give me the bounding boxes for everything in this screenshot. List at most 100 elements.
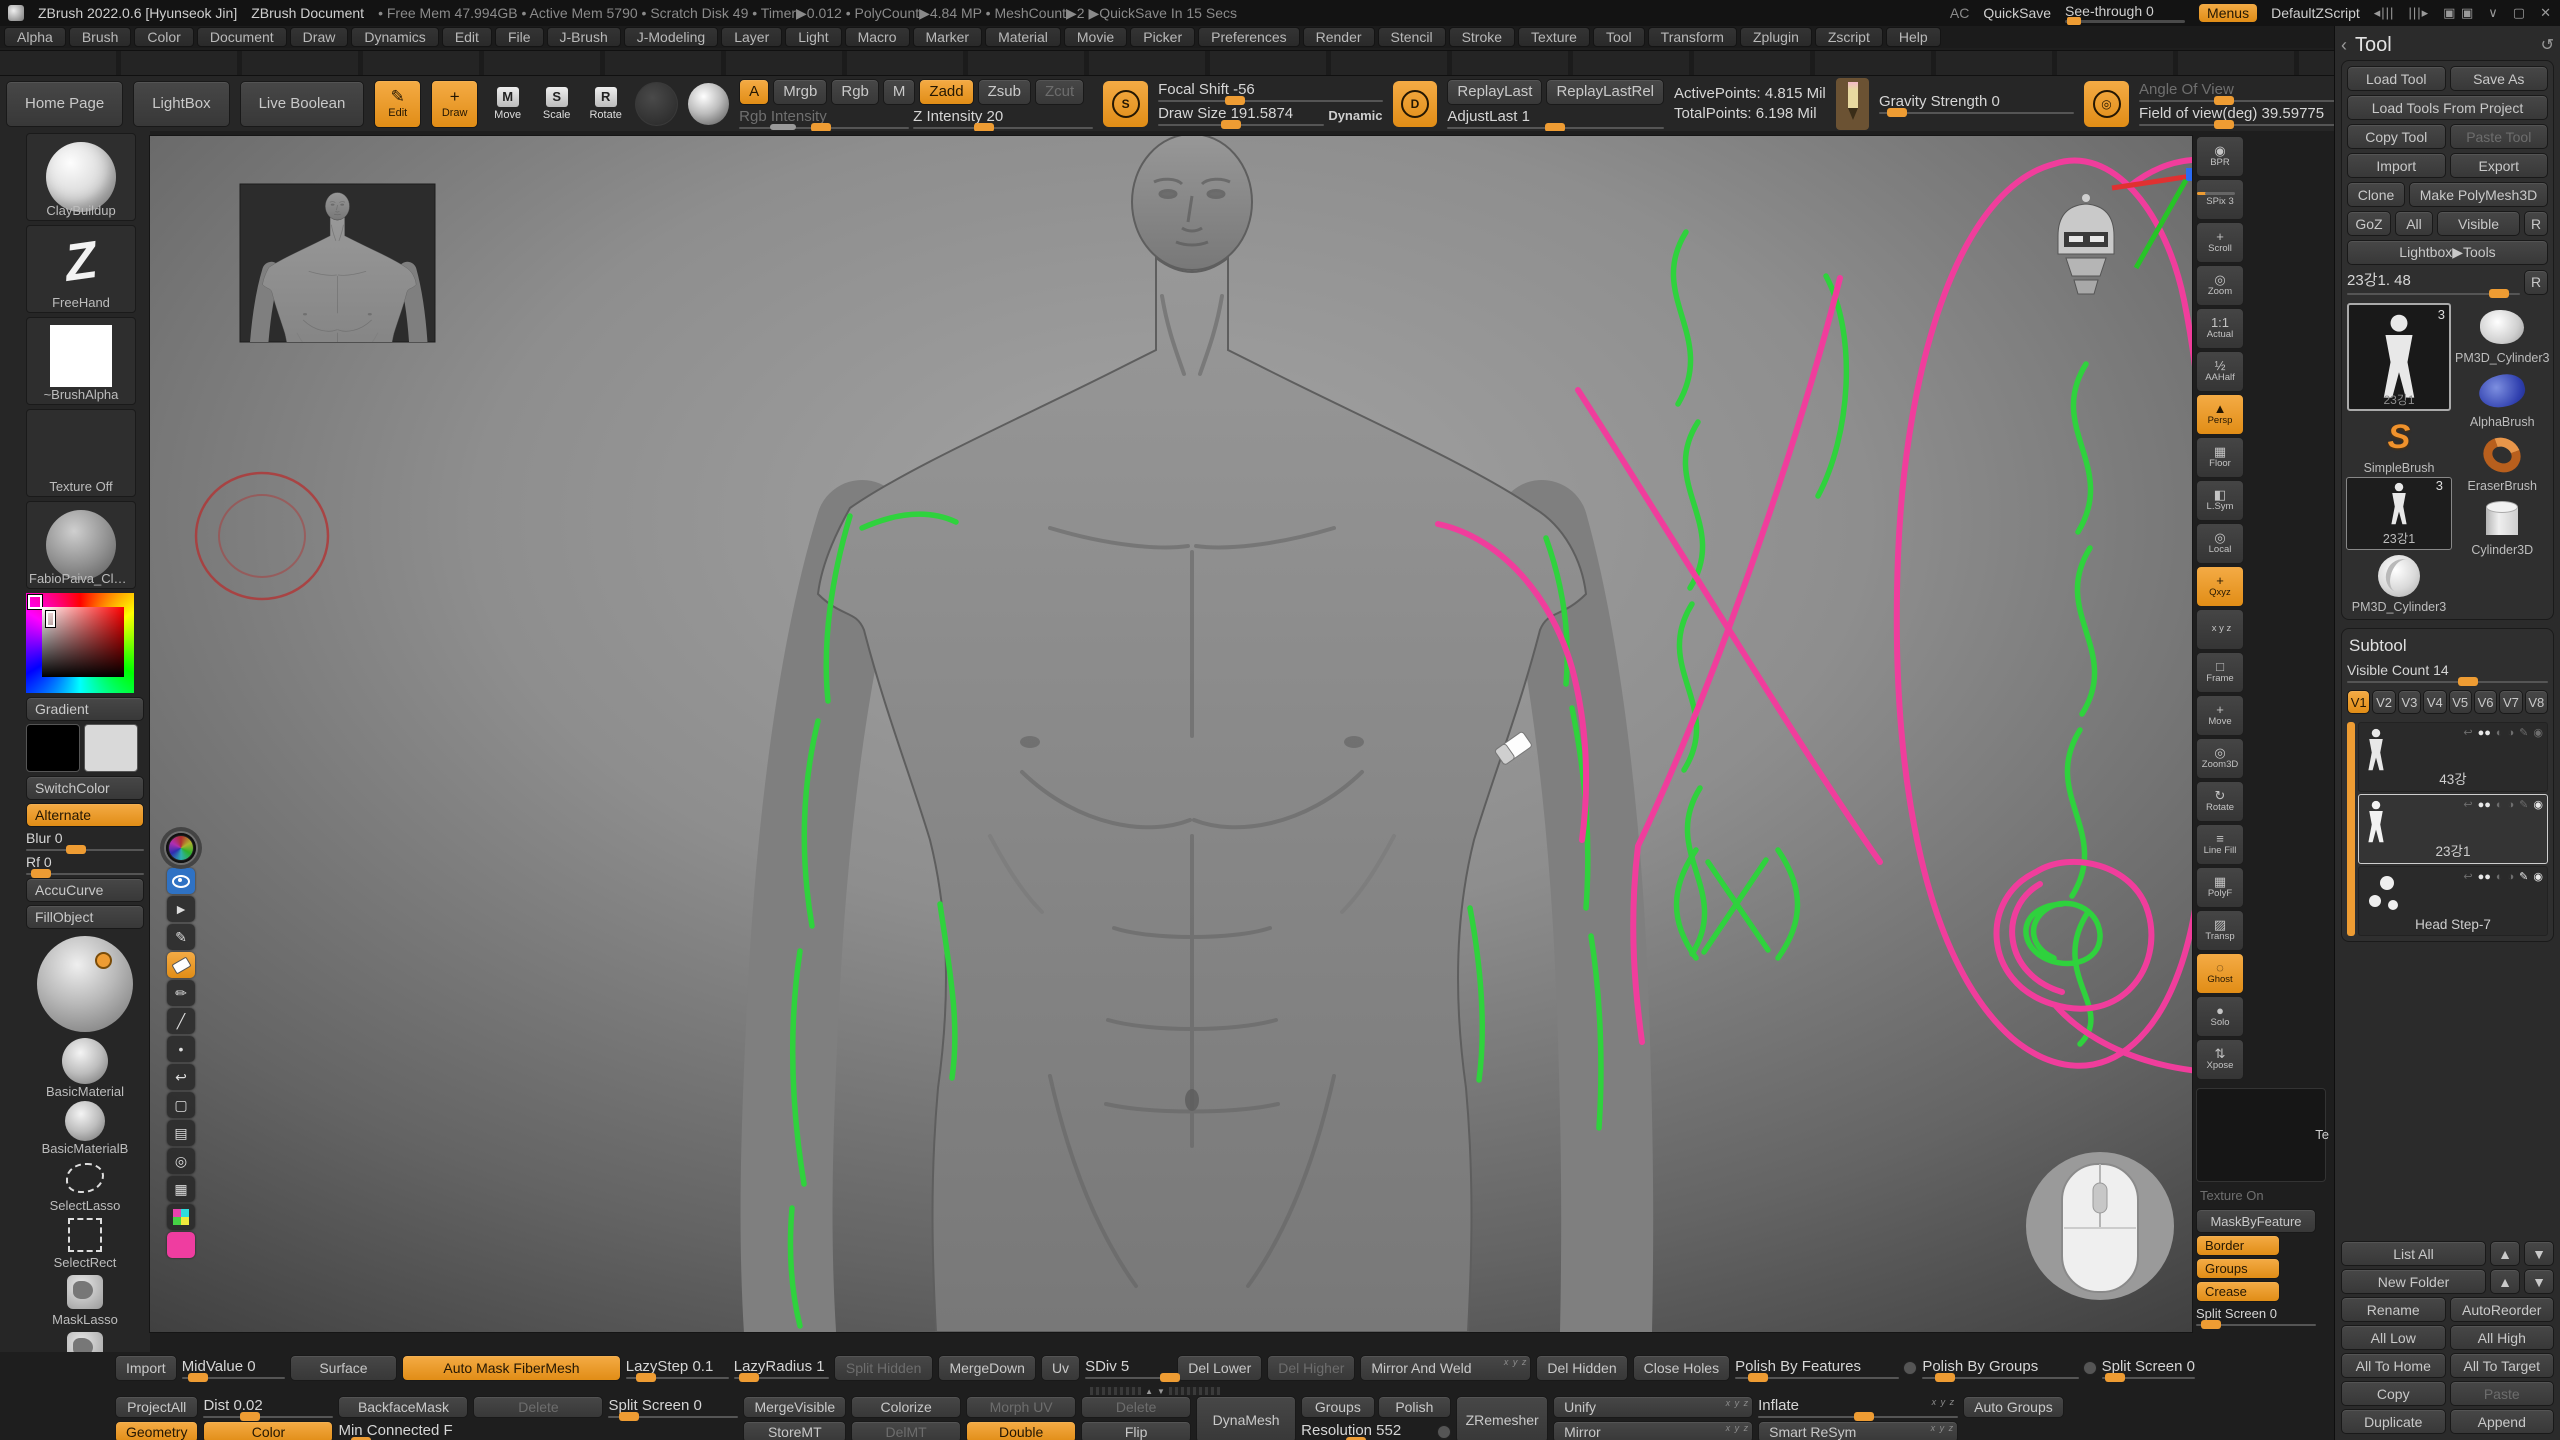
material-fabiopaiva-clay[interactable]: FabioPaiva_Clay2 [26,501,136,589]
mask-by-feature-button[interactable]: MaskByFeature [2196,1209,2316,1233]
secondary-color-swatch[interactable] [84,724,138,772]
merge-visible-button[interactable]: MergeVisible [743,1396,846,1418]
rotate-mode-button[interactable]: R Rotate [586,82,625,126]
tool-thumb-pm3d-cylinder[interactable]: PM3D_Cylinder3 [2455,303,2549,365]
crease-button[interactable]: Crease [2196,1281,2280,1302]
del-lower-button[interactable]: Del Lower [1177,1355,1262,1381]
menu-item[interactable]: Zplugin [1740,27,1812,47]
reset-icon[interactable]: ↺ [2541,35,2554,55]
all-high-button[interactable]: All High [2450,1325,2555,1350]
uv-icon[interactable]: ◐ [2496,799,2503,811]
material-basic[interactable]: BasicMaterial [26,1038,144,1099]
ghost-button[interactable]: ◌ Ghost [2196,953,2244,994]
active-tool-slider[interactable]: 23강1. 48 [2347,269,2520,295]
zadd-button[interactable]: Zadd [919,79,973,105]
mirror-and-weld-button[interactable]: Mirror And Weldx y z [1360,1355,1531,1381]
polyf-button[interactable]: ▦ PolyF [2196,867,2244,908]
double-button[interactable]: Double [966,1421,1076,1440]
load-tools-from-project-button[interactable]: Load Tools From Project [2347,95,2548,120]
stroke-freehand[interactable]: Z FreeHand [26,225,136,313]
menu-item[interactable]: Color [134,27,193,47]
draw-mode-button[interactable]: + Draw [431,80,478,128]
divider-up-icon[interactable]: ▲ [1145,1387,1153,1396]
current-material-sphere[interactable] [37,936,133,1032]
pencil-icon[interactable]: ✏ [167,980,195,1006]
z-intensity-slider[interactable]: Z Intensity 20 [913,108,1093,129]
displacement-icon[interactable]: ◑ [2508,871,2515,883]
tool-thumb-eraserbrush[interactable]: EraserBrush [2455,431,2549,493]
menu-item[interactable]: Macro [845,27,910,47]
persp-button[interactable]: ▲ Persp [2196,394,2244,435]
stroke-icon[interactable]: S [1103,81,1148,127]
menu-item[interactable]: Render [1303,27,1375,47]
texture-picker-icon[interactable] [635,82,678,126]
local-button[interactable]: ◎ Local [2196,523,2244,564]
surface-button[interactable]: Surface [290,1355,398,1381]
menu-item[interactable]: Layer [721,27,782,47]
visibility-eye-icon[interactable]: ◉ [2533,726,2543,739]
copy-tool-button[interactable]: Copy Tool [2347,124,2446,149]
version-tab[interactable]: V8 [2525,690,2548,714]
texture-preview[interactable]: Te [2196,1088,2326,1182]
dist-slider[interactable]: Dist 0.02 [203,1396,333,1418]
camera-icon[interactable]: ◎ [2084,81,2129,127]
draw-size-slider[interactable]: Draw Size 191.5874 [1158,105,1324,126]
goz-visible-button[interactable]: Visible [2437,211,2520,236]
menus-button[interactable]: Menus [2199,4,2257,22]
menu-item[interactable]: J-Brush [547,27,621,47]
flip-icon[interactable]: ↩ [2463,726,2472,739]
tool-thumb-simplebrush[interactable]: S SimpleBrush [2347,413,2451,475]
split-screen-slider[interactable]: Split Screen 0 [2196,1306,2316,1326]
document-canvas[interactable] [150,136,2192,1332]
del-mt-button[interactable]: DelMT [851,1421,961,1440]
paste-subtool-button[interactable]: Paste [2450,1381,2555,1406]
backface-mask-button[interactable]: BackfaceMask [338,1396,468,1418]
make-polymesh3d-button[interactable]: Make PolyMesh3D [2409,182,2548,207]
material-basic-b[interactable]: BasicMaterialB [26,1101,144,1156]
project-all-button[interactable]: ProjectAll [115,1396,198,1418]
polish-groups-mode-dot[interactable] [2083,1361,2097,1375]
whiteboard-icon[interactable]: ▦ [167,1176,195,1202]
menu-item[interactable]: Document [197,27,287,47]
custom-ui-tray[interactable] [0,50,2560,76]
version-tab[interactable]: V5 [2449,690,2472,714]
midvalue-slider[interactable]: MidValue 0 [182,1355,285,1381]
texture-on-label[interactable]: Texture On [2200,1188,2330,1203]
uv-icon[interactable]: ◐ [2496,871,2503,883]
gravity-strength-slider[interactable]: Gravity Strength 0 [1879,93,2074,114]
close-icon[interactable]: ✕ [2540,5,2552,21]
screenshot-icon[interactable]: ▤ [167,1120,195,1146]
fill-object-button[interactable]: FillObject [26,905,144,929]
linefill-button[interactable]: ≡ Line Fill [2196,824,2244,865]
groups-button[interactable]: Groups [2196,1258,2280,1279]
accucurve-button[interactable]: AccuCurve [26,878,144,902]
dot-size-icon[interactable]: • [167,1036,195,1062]
menu-item[interactable]: Stroke [1449,27,1515,47]
delete-button2[interactable]: Delete [1081,1396,1191,1418]
menu-item[interactable]: Brush [69,27,132,47]
menu-item[interactable]: Alpha [4,27,66,47]
replay-last-button[interactable]: ReplayLast [1447,79,1542,105]
move-3d-button[interactable]: + Move [2196,695,2244,736]
mrgb-button[interactable]: Mrgb [773,79,827,105]
paint-icon[interactable]: ✎ [2519,726,2528,739]
brush-select-lasso[interactable]: SelectLasso [26,1158,144,1213]
blur-slider[interactable]: Blur 0 [26,830,144,851]
hue-selector[interactable] [28,595,42,609]
bpr-button[interactable]: ◉ BPR [2196,136,2244,177]
menu-item[interactable]: Dynamics [351,27,438,47]
alpha-brushalpha[interactable]: ~BrushAlpha [26,317,136,405]
collapse-panel-icon[interactable]: ‹ [2341,35,2347,56]
polypaint-icon[interactable]: ●● [2478,871,2491,883]
displacement-icon[interactable]: ◑ [2508,799,2515,811]
menu-item[interactable]: Zscript [1815,27,1883,47]
tool-thumb-body2[interactable]: 3 23강1 [2346,477,2452,550]
material-picker-icon[interactable] [688,83,729,125]
brush-clay-buildup[interactable]: ClayBuildup [26,133,136,221]
home-page-button[interactable]: Home Page [6,81,123,127]
version-tab[interactable]: V7 [2499,690,2522,714]
pink-color-swatch[interactable] [167,1232,195,1258]
sculpt-viewport[interactable] [150,136,2192,1332]
version-tab[interactable]: V4 [2423,690,2446,714]
uv-button[interactable]: Uv [1041,1355,1080,1381]
